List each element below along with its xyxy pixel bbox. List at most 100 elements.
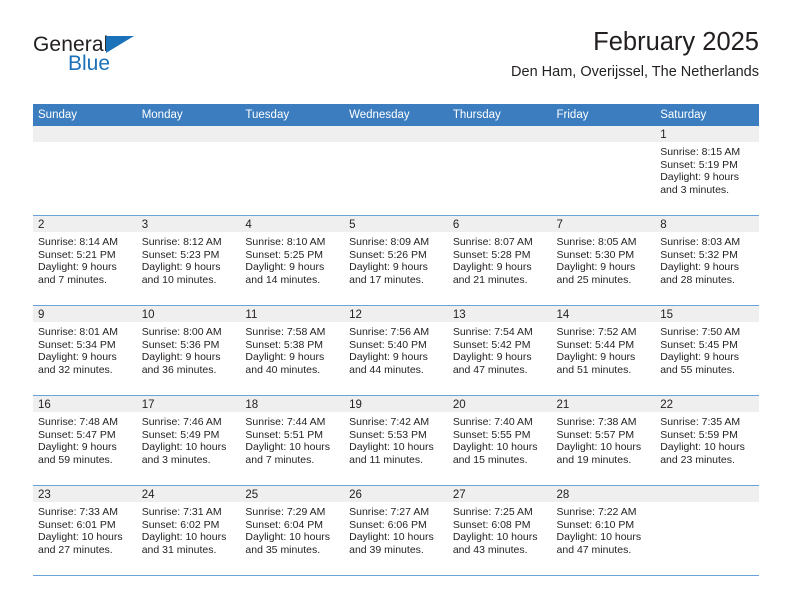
- calendar-day-cell-empty: [344, 126, 448, 216]
- calendar-day-cell[interactable]: 13 Sunrise: 7:54 AM Sunset: 5:42 PM Dayligh…: [447, 305, 552, 396]
- daylight-text: Daylight: 10 hours and 39 minutes.: [349, 531, 434, 556]
- calendar-day-cell-empty: [447, 126, 552, 216]
- daylight-text: Daylight: 9 hours and 21 minutes.: [452, 261, 532, 286]
- sunrise-text: Sunrise: 7:22 AM: [556, 506, 637, 518]
- calendar-day-cell[interactable]: 14 Sunrise: 7:52 AM Sunset: 5:44 PM Dayligh…: [551, 305, 656, 396]
- calendar-day-cell[interactable]: 11 Sunrise: 7:58 AM Sunset: 5:38 PM Dayligh…: [240, 305, 345, 396]
- calendar-grid: Sunday Monday Tuesday Wednesday Thursday Frid…: [33, 104, 759, 576]
- daylight-text: Daylight: 10 hours and 3 minutes.: [141, 441, 227, 466]
- calendar-day-cell[interactable]: 10 Sunrise: 8:00 AM Sunset: 5:36 PM Dayligh…: [136, 305, 241, 396]
- calendar-day-cell[interactable]: 6 Sunrise: 8:07 AM Sunset: 5:28 PM Daylight…: [447, 215, 552, 306]
- sunrise-text: Sunrise: 7:29 AM: [245, 506, 326, 518]
- calendar-day-cell[interactable]: 24 Sunrise: 7:31 AM Sunset: 6:02 PM Dayligh…: [136, 485, 241, 576]
- day-number: 22: [655, 396, 759, 412]
- weekday-header-tuesday: Tuesday: [240, 104, 345, 126]
- sunrise-text: Sunrise: 7:50 AM: [660, 326, 741, 338]
- weekday-header-thursday: Thursday: [447, 104, 552, 126]
- calendar-day-cell[interactable]: 16 Sunrise: 7:48 AM Sunset: 5:47 PM Dayligh…: [33, 395, 137, 486]
- calendar-day-cell[interactable]: 18 Sunrise: 7:44 AM Sunset: 5:51 PM Dayligh…: [240, 395, 345, 486]
- daylight-text: Daylight: 9 hours and 51 minutes.: [556, 351, 636, 376]
- calendar-day-cell[interactable]: 20 Sunrise: 7:40 AM Sunset: 5:55 PM Dayligh…: [447, 395, 552, 486]
- daylight-text: Daylight: 10 hours and 27 minutes.: [38, 531, 123, 556]
- sunset-text: Sunset: 5:51 PM: [245, 428, 324, 441]
- day-number: 9: [33, 306, 137, 322]
- day-details: Sunrise: 7:42 AM Sunset: 5:53 PM Daylight:…: [344, 412, 448, 466]
- day-number: 14: [551, 306, 656, 322]
- daylight-text: Daylight: 9 hours and 44 minutes.: [349, 351, 428, 376]
- sunrise-text: Sunrise: 8:00 AM: [141, 326, 222, 338]
- daylight-text: Daylight: 10 hours and 11 minutes.: [349, 441, 434, 466]
- day-number: [136, 126, 241, 142]
- day-number: 21: [551, 396, 656, 412]
- calendar-day-cell[interactable]: 25 Sunrise: 7:29 AM Sunset: 6:04 PM Dayligh…: [240, 485, 345, 576]
- sunrise-text: Sunrise: 7:52 AM: [556, 326, 637, 338]
- calendar-day-cell-empty: [136, 126, 241, 216]
- day-details: Sunrise: 8:00 AM Sunset: 5:36 PM Daylight:…: [137, 322, 241, 376]
- calendar-day-cell[interactable]: 9 Sunrise: 8:01 AM Sunset: 5:34 PM Daylight…: [33, 305, 137, 396]
- calendar-day-cell[interactable]: 2 Sunrise: 8:14 AM Sunset: 5:21 PM Daylight…: [33, 215, 137, 306]
- calendar-day-cell[interactable]: 12 Sunrise: 7:56 AM Sunset: 5:40 PM Dayligh…: [344, 305, 448, 396]
- day-number: 2: [33, 216, 137, 232]
- sunset-text: Sunset: 5:21 PM: [38, 248, 116, 261]
- calendar-week-row: 9 Sunrise: 8:01 AM Sunset: 5:34 PM Daylight…: [33, 305, 759, 396]
- day-number: 18: [240, 396, 345, 412]
- calendar-day-cell[interactable]: 22 Sunrise: 7:35 AM Sunset: 5:59 PM Dayligh…: [655, 395, 759, 486]
- general-blue-logo[interactable]: General Blue: [33, 34, 233, 92]
- day-details: Sunrise: 8:09 AM Sunset: 5:26 PM Daylight:…: [344, 232, 448, 286]
- day-number: 7: [551, 216, 656, 232]
- calendar-day-cell[interactable]: 3 Sunrise: 8:12 AM Sunset: 5:23 PM Daylight…: [136, 215, 241, 306]
- day-number: 6: [447, 216, 552, 232]
- sunrise-text: Sunrise: 7:54 AM: [452, 326, 533, 338]
- sunrise-text: Sunrise: 8:15 AM: [660, 146, 741, 158]
- day-details: Sunrise: 8:12 AM Sunset: 5:23 PM Daylight:…: [137, 232, 241, 286]
- title-block: February 2025 Den Ham, Overijssel, The N…: [511, 28, 759, 81]
- calendar-day-cell[interactable]: 8 Sunrise: 8:03 AM Sunset: 5:32 PM Daylight…: [655, 215, 759, 306]
- calendar-day-cell[interactable]: 1 Sunrise: 8:15 AM Sunset: 5:19 PM Daylight…: [655, 126, 759, 216]
- day-details: Sunrise: 7:58 AM Sunset: 5:38 PM Daylight:…: [240, 322, 344, 376]
- calendar-day-cell[interactable]: 23 Sunrise: 7:33 AM Sunset: 6:01 PM Dayligh…: [33, 485, 137, 576]
- weekday-header-sunday: Sunday: [33, 104, 137, 126]
- day-details: Sunrise: 8:01 AM Sunset: 5:34 PM Daylight:…: [33, 322, 137, 376]
- calendar-day-cell[interactable]: 28 Sunrise: 7:22 AM Sunset: 6:10 PM Dayligh…: [551, 485, 656, 576]
- weekday-header-wednesday: Wednesday: [344, 104, 448, 126]
- sunset-text: Sunset: 5:30 PM: [556, 248, 635, 261]
- day-number: 13: [447, 306, 552, 322]
- day-details: Sunrise: 8:05 AM Sunset: 5:30 PM Daylight:…: [552, 232, 656, 286]
- sunrise-text: Sunrise: 7:58 AM: [245, 326, 326, 338]
- sunset-text: Sunset: 5:49 PM: [141, 428, 220, 441]
- sunset-text: Sunset: 5:42 PM: [452, 338, 531, 351]
- day-details: Sunrise: 7:22 AM Sunset: 6:10 PM Daylight:…: [552, 502, 656, 556]
- day-details: Sunrise: 7:40 AM Sunset: 5:55 PM Daylight:…: [448, 412, 552, 466]
- sunset-text: Sunset: 6:02 PM: [141, 518, 220, 531]
- calendar-day-cell[interactable]: 7 Sunrise: 8:05 AM Sunset: 5:30 PM Daylight…: [551, 215, 656, 306]
- day-number: 15: [655, 306, 759, 322]
- daylight-text: Daylight: 10 hours and 7 minutes.: [245, 441, 331, 466]
- sunset-text: Sunset: 5:45 PM: [660, 338, 738, 351]
- day-number: [33, 126, 137, 142]
- day-details: Sunrise: 7:54 AM Sunset: 5:42 PM Daylight:…: [448, 322, 552, 376]
- day-number: 19: [344, 396, 448, 412]
- calendar-day-cell[interactable]: 19 Sunrise: 7:42 AM Sunset: 5:53 PM Dayligh…: [344, 395, 448, 486]
- calendar-day-cell[interactable]: 26 Sunrise: 7:27 AM Sunset: 6:06 PM Dayligh…: [344, 485, 448, 576]
- calendar-week-row: 2 Sunrise: 8:14 AM Sunset: 5:21 PM Daylight…: [33, 215, 759, 306]
- calendar-day-cell[interactable]: 27 Sunrise: 7:25 AM Sunset: 6:08 PM Dayligh…: [447, 485, 552, 576]
- daylight-text: Daylight: 10 hours and 47 minutes.: [556, 531, 642, 556]
- day-number: 24: [136, 486, 241, 502]
- sunrise-text: Sunrise: 7:40 AM: [452, 416, 533, 428]
- day-number: [551, 126, 656, 142]
- calendar-day-cell[interactable]: 15 Sunrise: 7:50 AM Sunset: 5:45 PM Dayligh…: [655, 305, 759, 396]
- daylight-text: Daylight: 9 hours and 32 minutes.: [38, 351, 117, 376]
- calendar-day-cell[interactable]: 17 Sunrise: 7:46 AM Sunset: 5:49 PM Dayligh…: [136, 395, 241, 486]
- day-details: Sunrise: 7:29 AM Sunset: 6:04 PM Daylight:…: [240, 502, 344, 556]
- sunrise-text: Sunrise: 7:48 AM: [38, 416, 118, 428]
- calendar-day-cell[interactable]: 21 Sunrise: 7:38 AM Sunset: 5:57 PM Dayligh…: [551, 395, 656, 486]
- weekday-header-saturday: Saturday: [655, 104, 759, 126]
- calendar-day-cell[interactable]: 4 Sunrise: 8:10 AM Sunset: 5:25 PM Daylight…: [240, 215, 345, 306]
- calendar-day-cell[interactable]: 5 Sunrise: 8:09 AM Sunset: 5:26 PM Daylight…: [344, 215, 448, 306]
- weekday-header-monday: Monday: [136, 104, 241, 126]
- calendar-day-cell-empty: [655, 485, 759, 576]
- day-details: Sunrise: 8:14 AM Sunset: 5:21 PM Daylight:…: [33, 232, 137, 286]
- sunrise-text: Sunrise: 7:27 AM: [349, 506, 430, 518]
- daylight-text: Daylight: 9 hours and 28 minutes.: [660, 261, 740, 286]
- sunrise-text: Sunrise: 7:46 AM: [141, 416, 222, 428]
